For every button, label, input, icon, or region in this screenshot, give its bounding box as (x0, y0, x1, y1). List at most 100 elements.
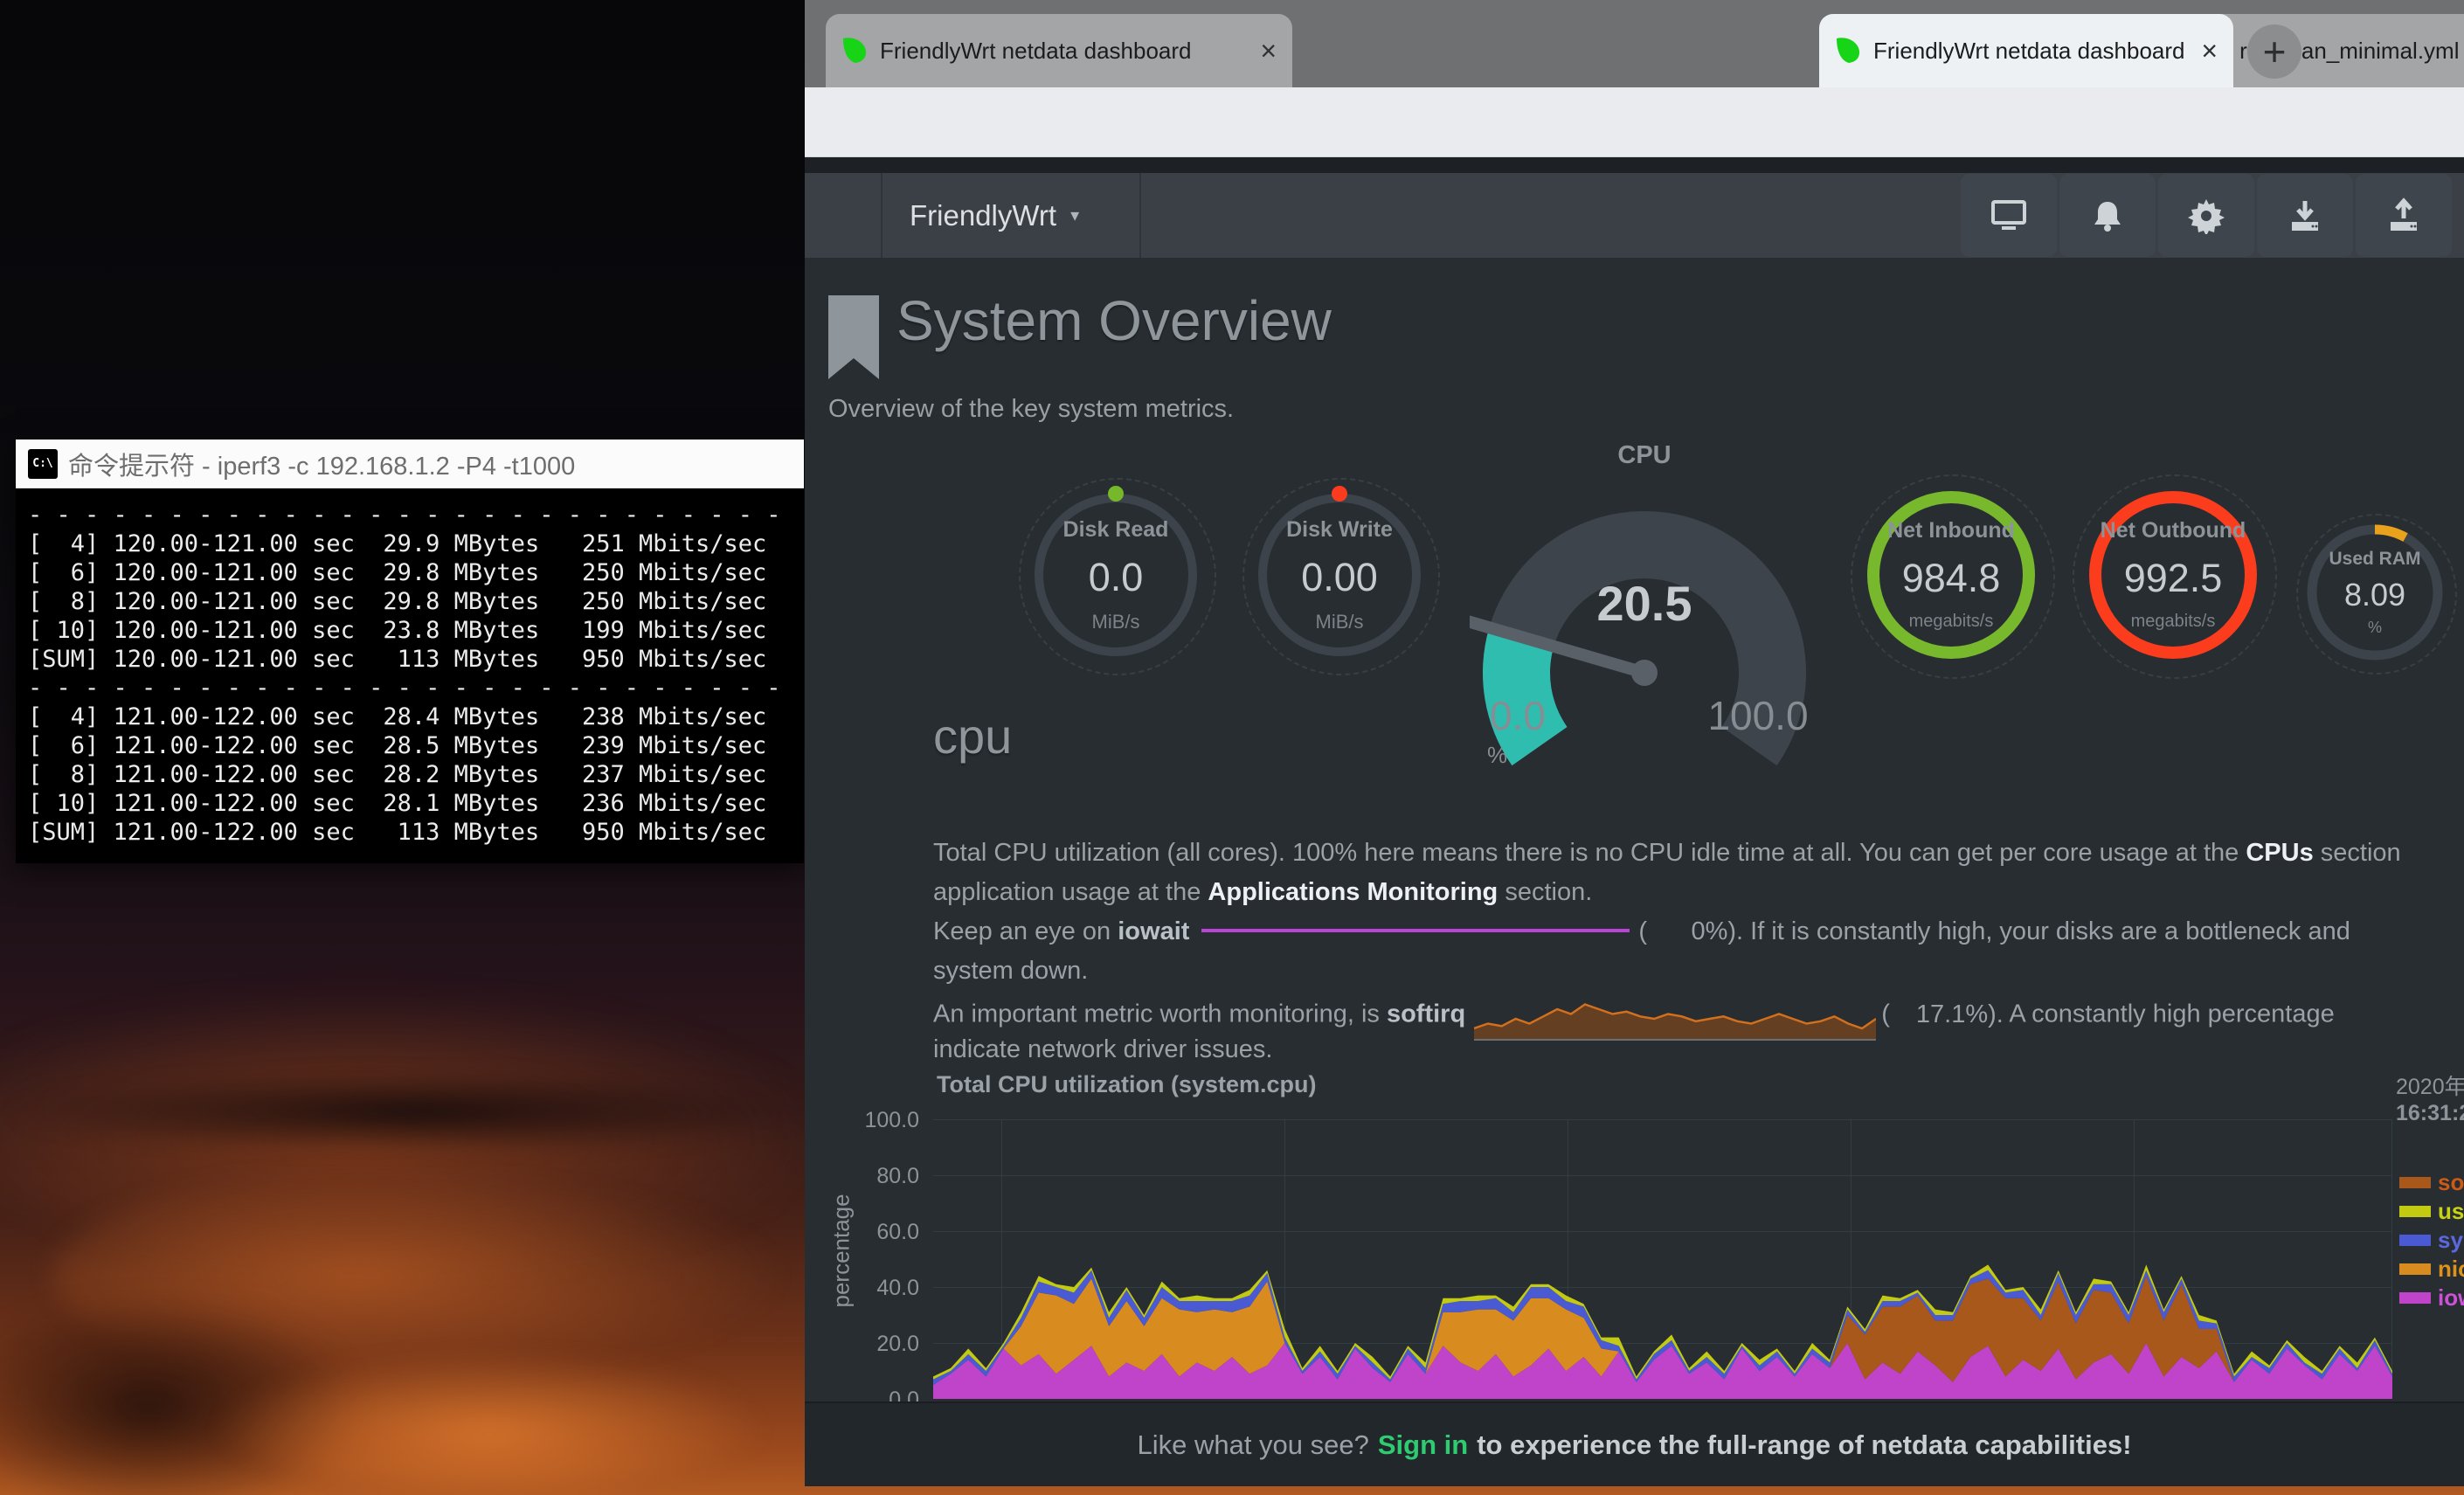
terminal-title: 命令提示符 - iperf3 -c 192.168.1.2 -P4 -t1000 (68, 446, 575, 482)
tab-title: FriendlyWrt netdata dashboard (880, 38, 1249, 65)
svg-text:20.5: 20.5 (1597, 576, 1692, 631)
help-text: ( (1881, 1000, 1890, 1028)
gauge-value: 992.5 (2124, 556, 2223, 601)
cpu-help-line-5: An important metric worth monitoring, is… (933, 996, 2335, 1035)
help-text: section (2314, 839, 2401, 867)
cpu-utilization-chart[interactable] (933, 1119, 2392, 1399)
softirq-sparkline (1474, 996, 1876, 1042)
desktop: C:\ 命令提示符 - iperf3 -c 192.168.1.2 -P4 -t… (0, 0, 2464, 1495)
download-icon (2287, 197, 2323, 234)
legend-swatch (2399, 1292, 2431, 1304)
monitor-icon (1990, 198, 2028, 233)
terminal-line: [SUM] 120.00-121.00 sec 113 MBytes 950 M… (28, 645, 804, 674)
help-text: Keep an eye on (933, 917, 1118, 945)
terminal-titlebar[interactable]: C:\ 命令提示符 - iperf3 -c 192.168.1.2 -P4 -t… (16, 440, 804, 488)
cpus-link[interactable]: CPUs (2246, 839, 2313, 867)
gauge-value: 984.8 (1902, 556, 2001, 601)
gauge-label: Net Outbound (2101, 518, 2246, 543)
net-outbound-text: Net Outbound 992.5 megabits/s (2089, 491, 2257, 659)
cpu-help-line-6: indicate network driver issues. (933, 1035, 1272, 1064)
help-text: If it is constantly high, your disks are… (1743, 917, 2350, 945)
help-text: An important metric worth monitoring, is (933, 1000, 1387, 1028)
terminal-line: - - - - - - - - - - - - - - - - - - - - … (28, 501, 804, 529)
chart-time: 16:31:2 (2396, 1101, 2464, 1126)
netdata-navbar: FriendlyWrt ▾ (805, 173, 2464, 258)
netdata-favicon-icon (841, 37, 868, 65)
browser-tab-1[interactable]: FriendlyWrt netdata dashboard × (826, 14, 1292, 87)
settings-button[interactable] (2158, 174, 2254, 257)
chart-date: 2020年3 (2396, 1069, 2464, 1101)
netdata-favicon-icon (1835, 37, 1861, 65)
tab-title: FriendlyWrt netdata dashboard (1873, 38, 2191, 65)
help-text: Total CPU utilization (all cores). 100% … (933, 839, 2246, 867)
terminal-line: [SUM] 121.00-122.00 sec 113 MBytes 950 M… (28, 818, 804, 847)
terminal-line: - - - - - - - - - - - - - - - - - - - - … (28, 674, 804, 703)
help-text: ( (1638, 917, 1647, 945)
terminal-line: [ 10] 121.00-122.00 sec 28.1 MBytes 236 … (28, 789, 804, 818)
navbar-actions (1961, 174, 2452, 257)
iowait-term: iowait (1118, 917, 1189, 945)
legend-label: user (2438, 1198, 2464, 1225)
nodes-view-button[interactable] (1961, 174, 2057, 257)
legend-swatch (2399, 1177, 2431, 1188)
terminal-window[interactable]: C:\ 命令提示符 - iperf3 -c 192.168.1.2 -P4 -t… (16, 440, 804, 863)
browser-tab-3-active[interactable]: FriendlyWrt netdata dashboard × (1819, 14, 2233, 87)
export-button[interactable] (2356, 174, 2452, 257)
signin-text: to experience the full-range of netdata … (1477, 1429, 2131, 1461)
gauge-label: Disk Write (1286, 517, 1393, 543)
legend-swatch (2399, 1235, 2431, 1246)
y-tick: 80.0 (837, 1164, 919, 1189)
host-dropdown[interactable]: FriendlyWrt ▾ (910, 173, 1079, 258)
iowait-sparkline (1201, 929, 1630, 932)
nav-divider (881, 173, 882, 258)
net-inbound-text: Net Inbound 984.8 megabits/s (1867, 491, 2035, 659)
gauge-unit: % (2368, 619, 2382, 637)
y-tick: 40.0 (837, 1276, 919, 1301)
cpu-gauge-label: CPU (1470, 441, 1819, 470)
signin-bar: Like what you see? Sign in to experience… (805, 1402, 2464, 1486)
used-ram-text: Used RAM 8.09 % (2301, 518, 2449, 667)
legend-swatch (2399, 1263, 2431, 1275)
help-text: application usage at the (933, 878, 1208, 906)
gauge-value: 0.0 (1089, 555, 1144, 600)
page-subtitle: Overview of the key system metrics. (828, 395, 1234, 424)
legend-item-nice[interactable]: nice (2399, 1256, 2464, 1282)
legend-item-softirq[interactable]: softirq (2399, 1169, 2464, 1195)
chevron-down-icon: ▾ (1070, 204, 1079, 226)
legend-item-user[interactable]: user (2399, 1198, 2464, 1224)
page-title: System Overview (896, 288, 1332, 353)
browser-toolbar: 不安全 192.168.2.1:19999/#menu_system_subme… (805, 87, 2464, 157)
y-tick: 60.0 (837, 1220, 919, 1245)
bookmark-icon (828, 295, 879, 379)
legend-item-iowait[interactable]: iowait (2399, 1284, 2464, 1311)
terminal-line: [ 8] 121.00-122.00 sec 28.2 MBytes 237 M… (28, 760, 804, 789)
close-icon[interactable]: × (2201, 37, 2218, 65)
gear-icon (2188, 197, 2225, 234)
svg-text:100.0: 100.0 (1707, 693, 1808, 738)
legend-label: softirq (2438, 1169, 2464, 1196)
chart-title: Total CPU utilization (system.cpu) (937, 1071, 1317, 1098)
signin-link[interactable]: Sign in (1378, 1429, 1468, 1461)
applications-monitoring-link[interactable]: Applications Monitoring (1208, 878, 1498, 906)
gauge-unit: megabits/s (2131, 612, 2216, 632)
legend-label: system (2438, 1227, 2464, 1254)
cpu-help-line-2: application usage at the Applications Mo… (933, 878, 1592, 907)
terminal-line: [ 6] 120.00-121.00 sec 29.8 MBytes 250 M… (28, 558, 804, 587)
terminal-line: [ 4] 121.00-122.00 sec 28.4 MBytes 238 M… (28, 703, 804, 731)
cpu-gauge[interactable]: 20.50.0100.0% (1470, 467, 1819, 769)
import-button[interactable] (2257, 174, 2353, 257)
new-tab-button[interactable]: + (2247, 24, 2301, 79)
cpu-help-line-1: Total CPU utilization (all cores). 100% … (933, 839, 2401, 868)
iowait-value: 0%). (1647, 917, 1743, 946)
close-icon[interactable]: × (1260, 37, 1277, 65)
terminal-output[interactable]: - - - - - - - - - - - - - - - - - - - - … (16, 488, 804, 863)
alarms-button[interactable] (2059, 174, 2156, 257)
section-heading-cpu: cpu (933, 708, 1012, 765)
gauge-unit: MiB/s (1316, 611, 1364, 633)
gauge-unit: megabits/s (1909, 612, 1994, 632)
terminal-line: [ 10] 120.00-121.00 sec 23.8 MBytes 199 … (28, 616, 804, 645)
legend-swatch (2399, 1206, 2431, 1217)
legend-item-system[interactable]: system (2399, 1227, 2464, 1253)
page-top-strip (805, 157, 2464, 173)
signin-text: Like what you see? (1137, 1429, 1368, 1461)
